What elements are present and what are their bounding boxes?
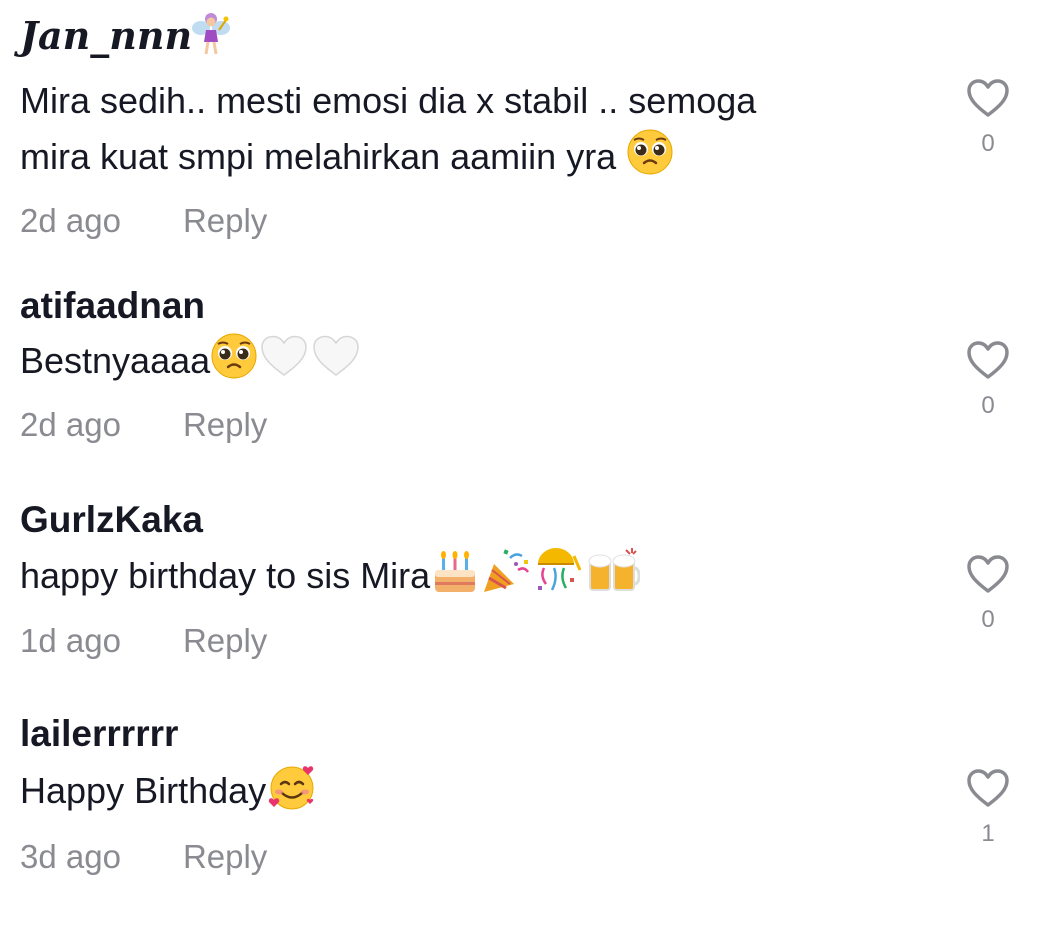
- like-count: 0: [981, 606, 995, 633]
- reply-button[interactable]: Reply: [183, 838, 267, 875]
- comment-text: happy birthday to sis Mira: [20, 546, 920, 611]
- white-heart-icon: [258, 333, 310, 394]
- reply-button[interactable]: Reply: [183, 406, 267, 443]
- heart-outline-icon: [967, 79, 1009, 117]
- comment-time: 3d ago: [20, 838, 121, 875]
- heart-outline-icon: [967, 769, 1009, 807]
- comment-text: Mira sedih.. mesti emosi dia x stabil ..…: [20, 73, 920, 191]
- fairy-icon: [192, 10, 231, 69]
- comment-text: Happy Birthday: [20, 760, 920, 827]
- pleading-face-icon: [626, 128, 674, 191]
- comment-username[interactable]: Jan_nnn: [20, 10, 920, 69]
- comment-text: Bestnyaaaa: [20, 332, 920, 395]
- comment-time: 1d ago: [20, 622, 121, 659]
- comment-body: atifaadnan Bestnyaaaa 2d ago Reply: [20, 284, 920, 445]
- party-popper-icon: [480, 546, 532, 611]
- comment-meta: 1d ago Reply: [20, 621, 920, 661]
- username-text: Jan_nnn: [20, 13, 193, 58]
- comment-time: 2d ago: [20, 202, 121, 239]
- comment-body: lailerrrrrr Happy Birthday 3d ago Reply: [20, 712, 920, 877]
- comment-username[interactable]: GurlzKaka: [20, 498, 920, 542]
- comment-list: Jan_nnn Mira sedih.. mesti emosi dia x s…: [0, 0, 1049, 929]
- smiling-face-with-hearts-icon: [266, 760, 318, 827]
- like-count: 1: [981, 820, 995, 847]
- beer-mugs-icon: [586, 546, 641, 611]
- comment-meta: 3d ago Reply: [20, 837, 920, 877]
- like-count: 0: [981, 130, 995, 157]
- like-button[interactable]: 1: [962, 768, 1014, 848]
- like-button[interactable]: 0: [962, 340, 1014, 420]
- comment-meta: 2d ago Reply: [20, 405, 920, 445]
- confetti-ball-icon: [532, 546, 586, 611]
- comment-text-line: mira kuat smpi melahirkan aamiin yra: [20, 128, 920, 191]
- heart-outline-icon: [967, 555, 1009, 593]
- comment-body: Jan_nnn Mira sedih.. mesti emosi dia x s…: [20, 10, 920, 241]
- comment-time: 2d ago: [20, 406, 121, 443]
- reply-button[interactable]: Reply: [183, 622, 267, 659]
- comment-username[interactable]: atifaadnan: [20, 284, 920, 328]
- white-heart-icon: [310, 333, 362, 394]
- comment-text-line: Mira sedih.. mesti emosi dia x stabil ..…: [20, 80, 757, 121]
- like-button[interactable]: 0: [962, 78, 1014, 158]
- comment-username[interactable]: lailerrrrrr: [20, 712, 920, 756]
- like-button[interactable]: 0: [962, 554, 1014, 634]
- comment-body: GurlzKaka happy birthday to sis Mira 1d …: [20, 498, 920, 661]
- pleading-face-icon: [210, 332, 258, 395]
- birthday-cake-icon: [430, 546, 480, 611]
- comment-meta: 2d ago Reply: [20, 201, 920, 241]
- like-count: 0: [981, 392, 995, 419]
- reply-button[interactable]: Reply: [183, 202, 267, 239]
- heart-outline-icon: [967, 341, 1009, 379]
